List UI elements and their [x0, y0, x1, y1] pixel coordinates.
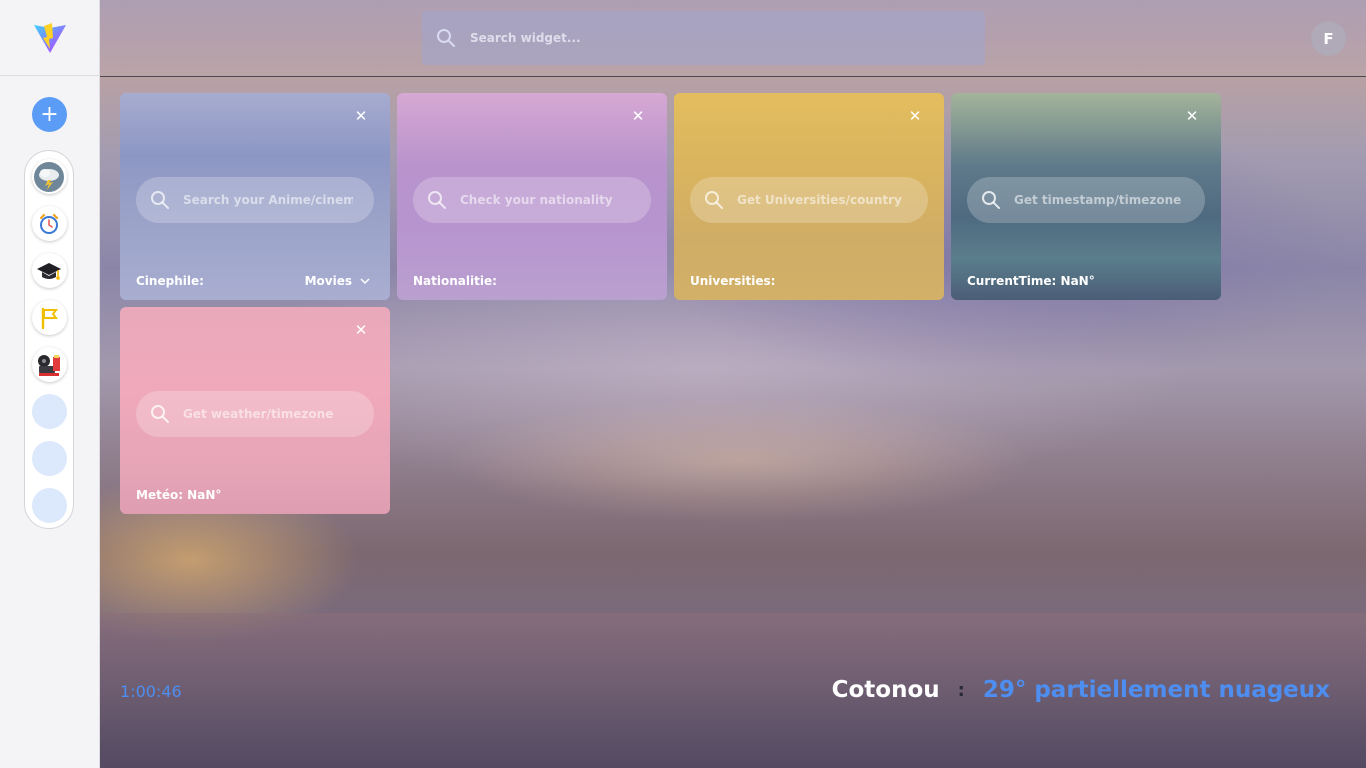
cinema-icon — [38, 354, 60, 376]
close-icon[interactable]: ✕ — [1179, 103, 1205, 129]
widget-search-input[interactable] — [470, 31, 950, 45]
weather-widget-button[interactable] — [31, 159, 67, 194]
graduation-cap-icon — [37, 262, 61, 280]
nationality-label: Nationalitie: — [413, 274, 497, 288]
meteo-label: Metéo: NaN° — [136, 488, 222, 502]
cinephile-label: Cinephile: — [136, 274, 204, 288]
cinema-widget-button[interactable] — [31, 347, 67, 382]
universities-search-input[interactable] — [737, 193, 907, 207]
logo-area — [0, 0, 99, 76]
top-bar: F — [100, 0, 1366, 77]
weather-summary: Cotonou : 29° partiellement nuageux — [832, 677, 1330, 703]
chevron-down-icon — [360, 277, 370, 284]
empty-widget-slot[interactable] — [31, 441, 67, 476]
search-icon — [151, 191, 169, 209]
alarm-clock-icon — [39, 213, 59, 234]
empty-widget-slot[interactable] — [31, 488, 67, 523]
close-icon[interactable]: ✕ — [348, 103, 374, 129]
search-icon — [705, 191, 723, 209]
weather-condition: 29° partiellement nuageux — [982, 677, 1330, 703]
close-icon[interactable]: ✕ — [902, 103, 928, 129]
close-icon[interactable]: ✕ — [348, 317, 374, 343]
search-icon — [982, 191, 1000, 209]
add-widget-button[interactable]: + — [32, 97, 67, 132]
empty-widget-slot[interactable] — [31, 394, 67, 429]
nationality-widget-button[interactable] — [31, 300, 67, 335]
user-avatar[interactable]: F — [1311, 21, 1346, 56]
current-time-label: CurrentTime: NaN° — [967, 274, 1095, 288]
cinephile-search-input[interactable] — [183, 193, 353, 207]
flag-icon — [41, 307, 58, 329]
search-icon — [437, 29, 455, 47]
cinephile-widget: ✕ Cinephile: Movies — [120, 93, 390, 300]
weather-search-input[interactable] — [183, 407, 353, 421]
dashboard-main: F ✕ Cinephile: Movies ✕ Nat — [100, 0, 1366, 768]
nationality-search-input[interactable] — [460, 193, 630, 207]
nationality-widget: ✕ Nationalitie: — [397, 93, 667, 300]
cinephile-search-field[interactable] — [136, 177, 374, 223]
city-name: Cotonou — [831, 677, 940, 703]
weather-storm-icon — [34, 161, 64, 192]
clock-display: 1:00:46 — [120, 682, 182, 701]
universities-label: Universities: — [690, 274, 776, 288]
nationality-search-field[interactable] — [413, 177, 651, 223]
universities-widget: ✕ Universities: — [674, 93, 944, 300]
timezone-search-field[interactable] — [967, 177, 1205, 223]
universities-widget-button[interactable] — [31, 253, 67, 288]
widget-rail — [24, 150, 74, 529]
sidebar: + — [0, 0, 100, 768]
alarm-widget-button[interactable] — [31, 206, 67, 241]
media-type-value: Movies — [304, 274, 352, 288]
widget-search-bar[interactable] — [422, 11, 985, 65]
vite-logo-icon[interactable] — [33, 22, 67, 54]
search-icon — [151, 405, 169, 423]
weather-search-field[interactable] — [136, 391, 374, 437]
separator: : — [957, 679, 965, 701]
current-time-widget: ✕ CurrentTime: NaN° — [951, 93, 1221, 300]
media-type-select[interactable]: Movies — [305, 274, 370, 288]
close-icon[interactable]: ✕ — [625, 103, 651, 129]
universities-search-field[interactable] — [690, 177, 928, 223]
timezone-search-input[interactable] — [1014, 193, 1184, 207]
search-icon — [428, 191, 446, 209]
meteo-widget: ✕ Metéo: NaN° — [120, 307, 390, 514]
